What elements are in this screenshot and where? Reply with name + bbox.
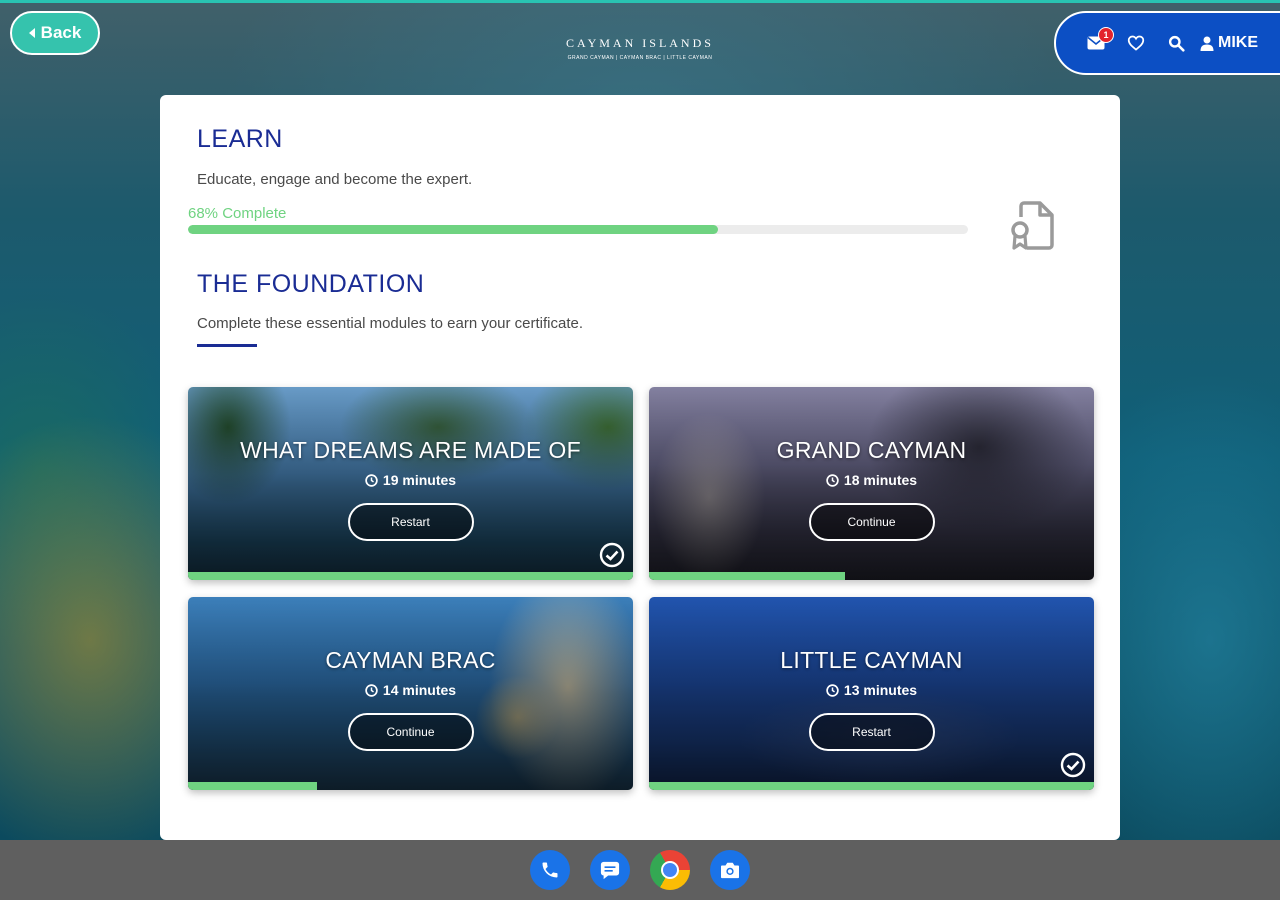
module-duration: 14 minutes bbox=[188, 682, 633, 698]
module-duration: 13 minutes bbox=[649, 682, 1094, 698]
back-button[interactable]: Back bbox=[10, 11, 100, 55]
user-name: MIKE bbox=[1218, 34, 1258, 51]
module-card-grand-cayman[interactable]: GRAND CAYMAN 18 minutes Continue bbox=[649, 387, 1094, 580]
favorites-button[interactable] bbox=[1116, 23, 1156, 63]
module-progress-bar bbox=[188, 572, 633, 580]
section-divider bbox=[197, 344, 257, 347]
duration-text: 19 minutes bbox=[382, 472, 457, 488]
module-progress-bar bbox=[188, 782, 318, 790]
cayman-islands-logo: CAYMAN ISLANDS GRAND CAYMAN | CAYMAN BRA… bbox=[560, 36, 720, 78]
phone-app-icon[interactable] bbox=[530, 850, 570, 890]
certificate-icon bbox=[1011, 201, 1054, 250]
overall-progress-fill bbox=[188, 225, 719, 234]
module-progress-bar bbox=[649, 782, 1094, 790]
learn-subtitle: Educate, engage and become the expert. bbox=[197, 171, 473, 188]
back-arrow-icon bbox=[28, 28, 35, 38]
camera-icon bbox=[721, 862, 739, 879]
logo-subtitle: GRAND CAYMAN | CAYMAN BRAC | LITTLE CAYM… bbox=[567, 55, 713, 61]
clock-icon bbox=[826, 683, 839, 697]
completed-check-icon bbox=[599, 542, 625, 568]
continue-button[interactable]: Continue bbox=[347, 713, 474, 751]
messages-button[interactable]: 1 bbox=[1076, 23, 1116, 63]
clock-icon bbox=[826, 473, 839, 487]
learn-panel: LEARN Educate, engage and become the exp… bbox=[160, 95, 1120, 840]
notification-badge: 1 bbox=[1098, 27, 1114, 43]
duration-text: 18 minutes bbox=[843, 472, 918, 488]
phone-icon bbox=[542, 862, 558, 878]
user-menu[interactable]: MIKE bbox=[1200, 34, 1258, 52]
chat-bubble-icon bbox=[600, 861, 620, 880]
duration-text: 13 minutes bbox=[843, 682, 918, 698]
restart-button[interactable]: Restart bbox=[808, 713, 935, 751]
module-progress-bar bbox=[649, 572, 845, 580]
search-icon bbox=[1168, 35, 1185, 52]
overall-progress-bar bbox=[188, 225, 968, 234]
logo-text: CAYMAN ISLANDS bbox=[566, 36, 714, 50]
module-duration: 18 minutes bbox=[649, 472, 1094, 488]
foundation-title: THE FOUNDATION bbox=[197, 270, 425, 298]
module-card-cayman-brac[interactable]: CAYMAN BRAC 14 minutes Continue bbox=[188, 597, 633, 790]
chrome-app-icon[interactable] bbox=[650, 850, 690, 890]
clock-icon bbox=[365, 683, 378, 697]
continue-button[interactable]: Continue bbox=[808, 503, 935, 541]
module-title: WHAT DREAMS ARE MADE OF bbox=[240, 437, 581, 463]
camera-app-icon[interactable] bbox=[710, 850, 750, 890]
module-card-what-dreams[interactable]: WHAT DREAMS ARE MADE OF 19 minutes Resta… bbox=[188, 387, 633, 580]
clock-icon bbox=[365, 473, 378, 487]
progress-label: 68% Complete bbox=[188, 205, 287, 222]
module-card-little-cayman[interactable]: LITTLE CAYMAN 13 minutes Restart bbox=[649, 597, 1094, 790]
user-icon bbox=[1200, 36, 1214, 51]
back-label: Back bbox=[40, 23, 82, 42]
messages-app-icon[interactable] bbox=[590, 850, 630, 890]
learn-title: LEARN bbox=[197, 125, 283, 153]
logo-wordmark: CAYMAN ISLANDS bbox=[560, 36, 720, 51]
duration-text: 14 minutes bbox=[382, 682, 457, 698]
module-title: CAYMAN BRAC bbox=[325, 647, 496, 673]
top-accent-line bbox=[0, 0, 1280, 3]
foundation-subtitle: Complete these essential modules to earn… bbox=[197, 315, 584, 332]
module-duration: 19 minutes bbox=[188, 472, 633, 488]
heart-icon bbox=[1127, 35, 1145, 51]
system-taskbar bbox=[0, 840, 1280, 900]
top-nav-bar: 1 MIKE bbox=[1054, 11, 1280, 75]
search-button[interactable] bbox=[1156, 23, 1196, 63]
module-title: LITTLE CAYMAN bbox=[780, 647, 963, 673]
restart-button[interactable]: Restart bbox=[347, 503, 474, 541]
chrome-icon bbox=[661, 861, 679, 879]
completed-check-icon bbox=[1060, 752, 1086, 778]
module-title: GRAND CAYMAN bbox=[776, 437, 967, 463]
